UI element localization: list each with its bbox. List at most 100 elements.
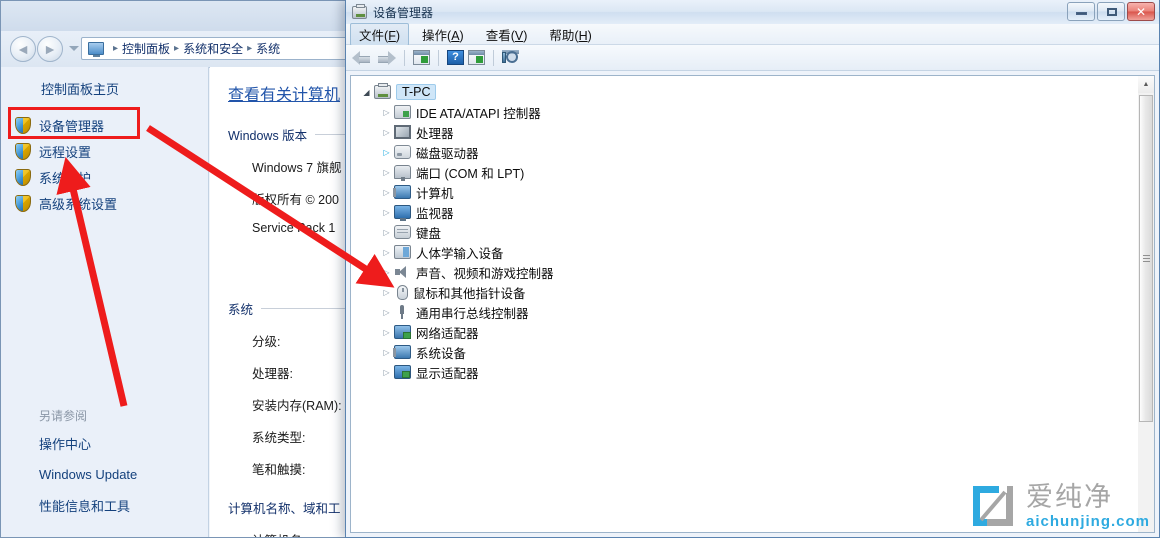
forward-arrow-icon: ► <box>43 41 57 57</box>
properties-icon[interactable] <box>413 50 430 65</box>
expanded-triangle-icon[interactable]: ◢ <box>361 88 372 97</box>
keyboard-icon <box>394 225 411 239</box>
collapsed-triangle-icon[interactable]: ▷ <box>381 348 392 357</box>
display-adapter-icon <box>394 365 411 379</box>
back-button[interactable]: ◄ <box>10 36 36 62</box>
computer-icon <box>393 185 411 199</box>
ide-controller-icon <box>394 105 411 119</box>
sound-icon <box>394 265 411 279</box>
menu-label: 操作 <box>422 28 448 43</box>
watermark-text: 爱纯净 aichunjing.com <box>1026 484 1150 529</box>
collapsed-triangle-icon[interactable]: ▷ <box>381 108 392 117</box>
sidebar-see-also-section: 另请参阅 操作中心 Windows Update 性能信息和工具 <box>1 407 208 529</box>
sidebar-item-action-center[interactable]: 操作中心 <box>1 434 208 467</box>
collapsed-triangle-icon[interactable]: ▷ <box>381 168 392 177</box>
collapsed-triangle-icon[interactable]: ▷ <box>381 148 392 157</box>
tree-item-mouse[interactable]: ▷ 鼠标和其他指针设备 <box>359 282 1154 302</box>
device-tree: ◢ T-PC ▷ IDE ATA/ATAPI 控制器 ▷ 处理器 ▷ 磁盘驱动器 <box>351 76 1154 382</box>
tree-item[interactable]: ▷ 磁盘驱动器 <box>359 142 1154 162</box>
back-arrow-icon[interactable] <box>352 50 372 66</box>
sidebar-item-windows-update[interactable]: Windows Update <box>1 467 208 496</box>
sidebar-label: 系统保护 <box>39 170 92 186</box>
tree-item-label: 显示适配器 <box>416 366 479 381</box>
menu-accel: F <box>388 28 396 43</box>
section-label: Windows 版本 <box>228 129 308 143</box>
collapsed-triangle-icon[interactable]: ▷ <box>381 308 392 317</box>
collapsed-triangle-icon[interactable]: ▷ <box>381 188 392 197</box>
sidebar-item-home[interactable]: 控制面板主页 <box>1 79 208 112</box>
breadcrumb-item-control-panel[interactable]: 控制面板 <box>122 40 170 57</box>
device-manager-titlebar[interactable]: 设备管理器 ✕ <box>346 0 1159 24</box>
menu-help[interactable]: 帮助(H) <box>540 23 600 46</box>
tree-item[interactable]: ▷ IDE ATA/ATAPI 控制器 <box>359 102 1154 122</box>
tree-item-label: 键盘 <box>416 226 442 241</box>
tree-item[interactable]: ▷ 处理器 <box>359 122 1154 142</box>
vertical-scrollbar[interactable]: ▲ <box>1138 75 1155 533</box>
collapsed-triangle-icon[interactable]: ▷ <box>381 288 392 297</box>
tree-item-root[interactable]: ◢ T-PC <box>359 82 1154 102</box>
tree-item-label: 系统设备 <box>416 346 467 361</box>
collapsed-triangle-icon[interactable]: ▷ <box>381 248 392 257</box>
breadcrumb-item-system[interactable]: 系统 <box>256 40 280 57</box>
watermark-logo-icon <box>969 482 1017 530</box>
shield-icon <box>15 116 31 134</box>
scroll-up-button[interactable]: ▲ <box>1138 76 1154 93</box>
sidebar-item-performance-info[interactable]: 性能信息和工具 <box>1 496 208 529</box>
help-icon[interactable]: ? <box>447 50 464 65</box>
toolbar-separator <box>493 49 494 66</box>
back-arrow-icon: ◄ <box>16 41 30 57</box>
collapsed-triangle-icon[interactable]: ▷ <box>381 268 392 277</box>
collapsed-triangle-icon[interactable]: ▷ <box>381 208 392 217</box>
collapsed-triangle-icon[interactable]: ▷ <box>381 228 392 237</box>
recent-pages-chevron-icon[interactable] <box>69 46 79 51</box>
scrollbar-thumb[interactable] <box>1139 95 1153 422</box>
window-title: 设备管理器 <box>373 5 434 20</box>
update-driver-icon[interactable] <box>468 50 485 65</box>
menu-action[interactable]: 操作(A) <box>413 23 473 46</box>
sidebar-item-system-protection[interactable]: 系统保护 <box>1 164 208 190</box>
watermark-cn: 爱纯净 <box>1025 481 1113 513</box>
monitor-icon <box>394 205 411 221</box>
tree-item[interactable]: ▷ 端口 (COM 和 LPT) <box>359 162 1154 182</box>
close-button[interactable]: ✕ <box>1127 2 1155 21</box>
scan-hardware-icon[interactable] <box>502 50 519 65</box>
control-panel-sidebar: 控制面板主页 设备管理器 远程设置 系统保护 高级系统设置 另请参阅 操作中心 … <box>1 67 209 537</box>
minimize-button[interactable] <box>1067 2 1095 21</box>
breadcrumb-item-system-security[interactable]: 系统和安全 <box>183 40 243 57</box>
tree-item[interactable]: ▷ 声音、视频和游戏控制器 <box>359 262 1154 282</box>
menu-file[interactable]: 文件(F) <box>350 22 409 46</box>
sidebar-item-device-manager[interactable]: 设备管理器 <box>1 112 208 138</box>
tree-item[interactable]: ▷ 键盘 <box>359 222 1154 242</box>
sidebar-item-advanced-system-settings[interactable]: 高级系统设置 <box>1 190 208 216</box>
collapsed-triangle-icon[interactable]: ▷ <box>381 328 392 337</box>
system-device-icon <box>393 345 411 359</box>
collapsed-triangle-icon[interactable]: ▷ <box>381 368 392 377</box>
tree-item[interactable]: ▷ 通用串行总线控制器 <box>359 302 1154 322</box>
collapsed-triangle-icon[interactable]: ▷ <box>381 128 392 137</box>
tree-item-label: T-PC <box>396 84 437 100</box>
forward-button[interactable]: ► <box>37 36 63 62</box>
menu-bar: 文件(F) 操作(A) 查看(V) 帮助(H) <box>346 22 1159 46</box>
menu-label: 帮助 <box>549 28 575 43</box>
menu-label: 查看 <box>485 28 511 43</box>
menu-label: 文件 <box>359 28 385 43</box>
sidebar-item-remote-settings[interactable]: 远程设置 <box>1 138 208 164</box>
mouse-icon <box>397 284 408 300</box>
tree-item[interactable]: ▷ 显示适配器 <box>359 362 1154 382</box>
sidebar-label: 设备管理器 <box>39 118 105 134</box>
tree-item-label: 人体学输入设备 <box>416 246 504 261</box>
tree-item[interactable]: ▷ 计算机 <box>359 182 1154 202</box>
tree-item[interactable]: ▷ 网络适配器 <box>359 322 1154 342</box>
restore-button[interactable] <box>1097 2 1125 21</box>
menu-view[interactable]: 查看(V) <box>477 23 537 46</box>
tree-item-label: 鼠标和其他指针设备 <box>413 286 526 301</box>
tree-item-label: 计算机 <box>416 186 454 201</box>
forward-arrow-icon[interactable] <box>376 50 396 66</box>
tree-item[interactable]: ▷ 监视器 <box>359 202 1154 222</box>
tree-item[interactable]: ▷ 系统设备 <box>359 342 1154 362</box>
breadcrumb-separator: ▸ <box>247 43 253 54</box>
tree-item[interactable]: ▷ 人体学输入设备 <box>359 242 1154 262</box>
hid-icon <box>394 245 411 259</box>
breadcrumb-separator: ▸ <box>174 43 180 54</box>
toolbar-separator <box>404 49 405 66</box>
